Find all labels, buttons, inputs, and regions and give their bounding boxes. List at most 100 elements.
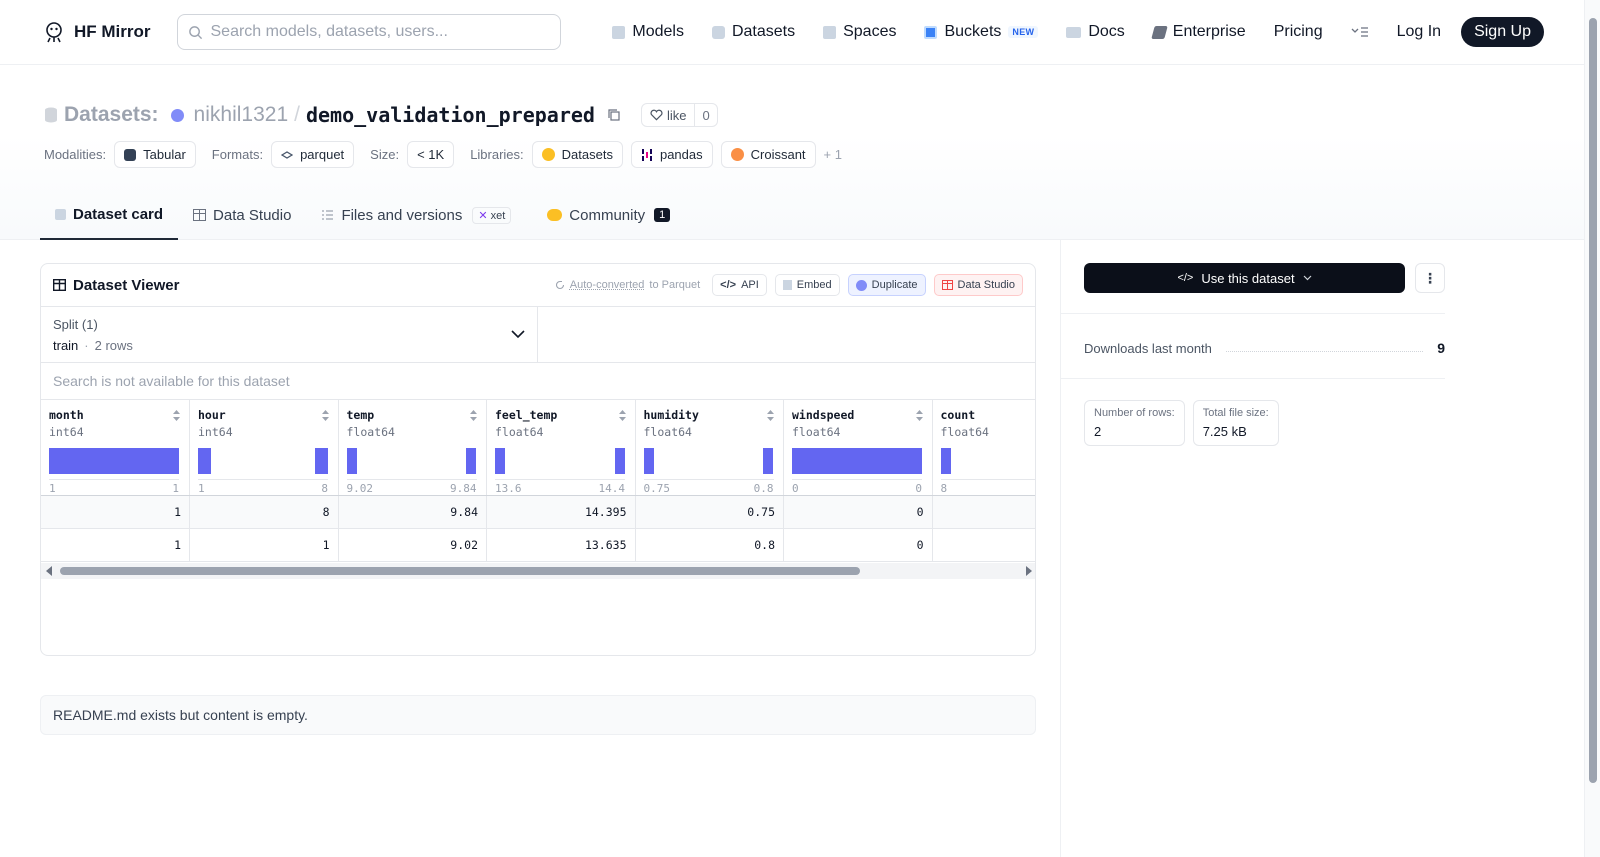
nav-enterprise[interactable]: Enterprise — [1141, 14, 1258, 50]
table-body: 1 8 9.84 14.395 0.75 0 1 1 9.02 13.635 0.8 0 — [41, 495, 1035, 562]
tab-dataset-card[interactable]: Dataset card — [40, 190, 179, 240]
path-separator: / — [294, 103, 300, 126]
column-range: 9.02 9.84 — [346, 479, 477, 495]
table-cell[interactable] — [932, 528, 1035, 562]
table-cell[interactable]: 8 — [189, 495, 339, 529]
libraries-more[interactable]: + 1 — [824, 147, 842, 162]
size-chip[interactable]: < 1K — [407, 141, 455, 168]
column-range: 13.6 14.4 — [495, 479, 625, 495]
embed-button[interactable]: Embed — [774, 274, 840, 296]
duplicate-button[interactable]: Duplicate — [847, 274, 926, 296]
column-histogram — [198, 448, 328, 474]
like-count[interactable]: 0 — [695, 108, 716, 123]
sort-icon[interactable] — [321, 409, 330, 422]
histogram-bar[interactable] — [792, 448, 922, 474]
table-cell[interactable]: 0 — [783, 495, 933, 529]
use-dataset-label: Use this dataset — [1201, 270, 1295, 286]
column-header-month[interactable]: month int64 1 1 — [41, 399, 190, 496]
histogram-bar[interactable] — [49, 448, 179, 474]
croissant-icon — [730, 148, 744, 161]
use-dataset-button[interactable]: </> Use this dataset — [1084, 263, 1405, 293]
scroll-right-arrow[interactable] — [1026, 566, 1032, 576]
column-range: 0.75 0.8 — [643, 479, 774, 495]
format-chip[interactable]: parquet — [271, 141, 355, 168]
brand[interactable]: HF Mirror — [42, 20, 151, 44]
scroll-left-arrow[interactable] — [46, 566, 52, 576]
owner-avatar[interactable] — [170, 108, 184, 122]
histogram-bar[interactable] — [643, 448, 654, 474]
tab-data-studio-label: Data Studio — [213, 206, 292, 224]
table-cell[interactable]: 0.75 — [635, 495, 784, 529]
horizontal-scroll-thumb[interactable] — [60, 567, 860, 575]
table-cell[interactable]: 9.02 — [338, 528, 487, 562]
table-cell[interactable]: 14.395 — [486, 495, 636, 529]
tab-files-versions-label: Files and versions — [341, 206, 463, 224]
page-scroll-thumb[interactable] — [1589, 18, 1597, 783]
histogram-bar[interactable] — [198, 448, 211, 474]
table-cell[interactable]: 13.635 — [486, 528, 636, 562]
nav-spaces[interactable]: Spaces — [811, 14, 908, 50]
dataset-tabs: Dataset card Data Studio Files and versi… — [40, 190, 685, 240]
tab-files-versions[interactable]: Files and versions ✕ xet — [306, 190, 526, 240]
library-datasets-chip[interactable]: Datasets — [531, 141, 623, 168]
tab-community[interactable]: Community 1 — [532, 190, 685, 240]
histogram-bar[interactable] — [940, 448, 951, 474]
search-box[interactable] — [176, 14, 561, 50]
column-header-temp[interactable]: temp float64 9.02 9.84 — [338, 399, 487, 496]
like-part[interactable]: like — [642, 104, 696, 126]
nav-models[interactable]: Models — [600, 14, 696, 50]
login-link[interactable]: Log In — [1385, 14, 1453, 50]
sort-icon[interactable] — [469, 409, 478, 422]
column-header-humidity[interactable]: humidity float64 0.75 0.8 — [635, 399, 784, 496]
horizontal-scrollbar[interactable] — [41, 563, 1035, 579]
data-studio-button[interactable]: Data Studio — [933, 274, 1023, 296]
bucket-icon — [924, 25, 938, 39]
nav-more-menu[interactable] — [1339, 14, 1381, 50]
table-cell[interactable]: 0 — [783, 528, 933, 562]
tab-data-studio[interactable]: Data Studio — [178, 190, 306, 240]
search-input[interactable] — [210, 23, 541, 41]
library-croissant-chip[interactable]: Croissant — [720, 141, 816, 168]
sort-icon[interactable] — [915, 409, 924, 422]
nav-datasets[interactable]: Datasets — [700, 14, 807, 50]
auto-converted-link[interactable]: Auto-converted — [570, 279, 645, 291]
column-header-feel-temp[interactable]: feel_temp float64 13.6 14.4 — [486, 399, 636, 496]
table-cell[interactable] — [932, 495, 1035, 529]
owner-link[interactable]: nikhil1321 — [194, 103, 289, 127]
table-cell[interactable]: 1 — [41, 495, 190, 529]
like-button[interactable]: like 0 — [640, 103, 718, 127]
histogram-bar[interactable] — [466, 448, 477, 474]
column-header-hour[interactable]: hour int64 1 8 — [189, 399, 339, 496]
histogram-bar[interactable] — [614, 448, 625, 474]
copy-icon[interactable] — [607, 108, 621, 122]
column-histogram — [792, 448, 922, 474]
histogram-bar[interactable] — [346, 448, 357, 474]
column-header-windspeed[interactable]: windspeed float64 0 0 — [783, 399, 933, 496]
nav-docs[interactable]: Docs — [1054, 14, 1136, 50]
split-selector[interactable]: Split (1) train · 2 rows — [41, 307, 538, 362]
table-cell[interactable]: 1 — [189, 528, 339, 562]
dataset-name[interactable]: demo_validation_prepared — [306, 103, 595, 127]
column-histogram — [49, 448, 179, 474]
modality-chip[interactable]: Tabular — [114, 141, 196, 168]
table-cell[interactable]: 1 — [41, 528, 190, 562]
column-header-count[interactable]: count float64 8 — [932, 399, 1035, 496]
library-pandas-chip[interactable]: pandas — [630, 141, 713, 168]
table-cell[interactable]: 0.8 — [635, 528, 784, 562]
histogram-bar[interactable] — [763, 448, 774, 474]
datasets-prefix[interactable]: Datasets: — [64, 103, 159, 127]
sort-icon[interactable] — [172, 409, 181, 422]
sort-icon[interactable] — [766, 409, 775, 422]
more-options-button[interactable]: ⋮ — [1415, 263, 1445, 293]
histogram-bar[interactable] — [315, 448, 328, 474]
nav-pricing[interactable]: Pricing — [1262, 14, 1335, 50]
table-cell[interactable]: 9.84 — [338, 495, 487, 529]
page-scrollbar[interactable] — [1584, 0, 1600, 857]
nav-buckets[interactable]: Buckets NEW — [912, 14, 1050, 50]
column-max: 9.84 — [450, 482, 477, 495]
histogram-bar[interactable] — [495, 448, 506, 474]
signup-button[interactable]: Sign Up — [1461, 17, 1544, 47]
nav-datasets-label: Datasets — [731, 23, 796, 40]
api-button[interactable]: </> API — [712, 274, 767, 296]
sort-icon[interactable] — [618, 409, 627, 422]
